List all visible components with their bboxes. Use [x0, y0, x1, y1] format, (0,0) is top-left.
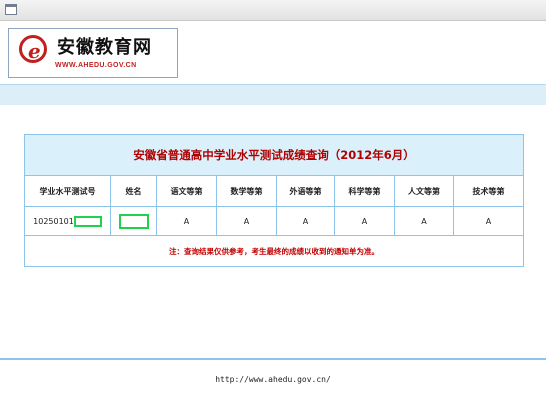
grade-cell: A — [276, 206, 335, 236]
column-header: 学业水平测试号 — [24, 175, 111, 207]
window-icon — [5, 4, 17, 15]
table-row: 10250101 A A A A A A — [24, 206, 525, 236]
grade-cell: A — [334, 206, 395, 236]
site-logo[interactable]: e 安徽教育网 WWW.AHEDU.GOV.CN — [8, 28, 178, 78]
browser-toolbar — [0, 0, 546, 21]
grade-cell: A — [156, 206, 217, 236]
name-cell — [110, 206, 157, 236]
grade-cell: A — [394, 206, 454, 236]
test-id-prefix: 10250101 — [33, 216, 74, 226]
footer-divider — [0, 358, 546, 360]
grade-cell: A — [216, 206, 277, 236]
column-header: 数学等第 — [216, 175, 277, 207]
column-header: 技术等第 — [452, 175, 525, 207]
column-header: 人文等第 — [394, 175, 454, 207]
logo-url: WWW.AHEDU.GOV.CN — [55, 62, 137, 69]
column-header: 语文等第 — [156, 175, 217, 207]
footer-link[interactable]: http://www.ahedu.gov.cn/ — [0, 375, 546, 384]
result-note: 注：查询结果仅供参考，考生最终的成绩以收到的通知单为准。 — [23, 235, 525, 267]
column-header: 科学等第 — [334, 175, 395, 207]
nav-band — [0, 84, 546, 106]
redaction-mask — [73, 215, 102, 227]
test-id-cell: 10250101 — [24, 206, 111, 236]
logo-title: 安徽教育网 — [57, 37, 152, 58]
redaction-mask — [118, 213, 149, 229]
score-table: 安徽省普通高中学业水平测试成绩查询（2012年6月） 学业水平测试号 姓名 语文… — [23, 134, 525, 267]
column-header: 外语等第 — [276, 175, 335, 207]
grade-cell: A — [452, 206, 525, 236]
header-row: 学业水平测试号 姓名 语文等第 数学等第 外语等第 科学等第 人文等第 技术等第 — [24, 175, 525, 207]
logo-e-icon: e — [19, 35, 47, 63]
table-caption: 安徽省普通高中学业水平测试成绩查询（2012年6月） — [23, 134, 525, 176]
column-header: 姓名 — [110, 175, 157, 207]
